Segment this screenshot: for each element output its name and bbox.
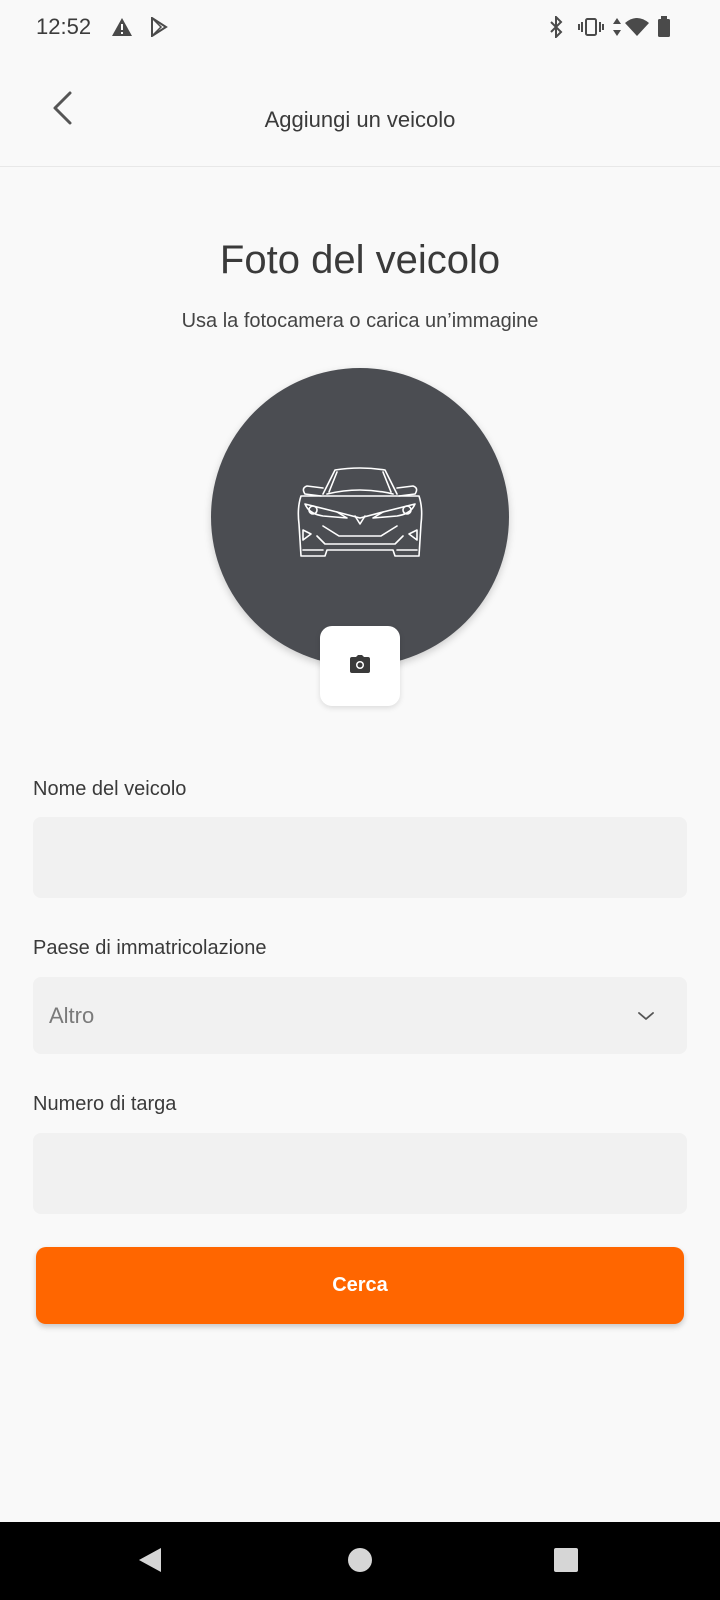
- registration-country-value: Altro: [49, 1002, 95, 1028]
- status-bar: 12:52: [0, 0, 720, 54]
- plate-number-input[interactable]: [33, 1133, 687, 1214]
- nav-back-icon: [137, 1546, 163, 1579]
- car-icon: [297, 467, 423, 557]
- photo-section-title: Foto del veicolo: [219, 238, 501, 282]
- nav-home-button[interactable]: [342, 1544, 378, 1580]
- photo-section-subtitle: Usa la fotocamera o carica un’immagine: [181, 310, 539, 332]
- camera-button[interactable]: [320, 626, 400, 706]
- vehicle-photo-placeholder[interactable]: [211, 368, 509, 666]
- nav-back-button[interactable]: [132, 1544, 168, 1580]
- registration-country-label: Paese di immatricolazione: [33, 937, 267, 959]
- nav-recents-icon: [553, 1547, 579, 1578]
- nav-recents-button[interactable]: [548, 1544, 584, 1580]
- vehicle-name-input[interactable]: [33, 817, 687, 898]
- page-title: Aggiungi un veicolo: [264, 107, 456, 132]
- vibrate-icon: [578, 14, 604, 40]
- camera-icon: [350, 654, 370, 678]
- registration-country-select[interactable]: Altro: [33, 977, 687, 1054]
- search-button[interactable]: Cerca: [36, 1247, 684, 1324]
- alert-triangle-icon: [110, 14, 134, 40]
- chevron-down-icon: [637, 1011, 655, 1021]
- play-store-icon: [148, 14, 170, 40]
- bluetooth-icon: [546, 14, 566, 40]
- system-nav-bar: [0, 1522, 720, 1600]
- battery-icon: [656, 14, 672, 40]
- status-time: 12:52: [36, 14, 92, 39]
- nav-home-icon: [347, 1547, 373, 1578]
- app-bar: Aggiungi un veicolo: [0, 54, 720, 167]
- plate-number-label: Numero di targa: [33, 1093, 177, 1115]
- wifi-icon: [624, 14, 650, 40]
- vehicle-name-label: Nome del veicolo: [33, 778, 187, 800]
- data-arrows-icon: [611, 14, 623, 40]
